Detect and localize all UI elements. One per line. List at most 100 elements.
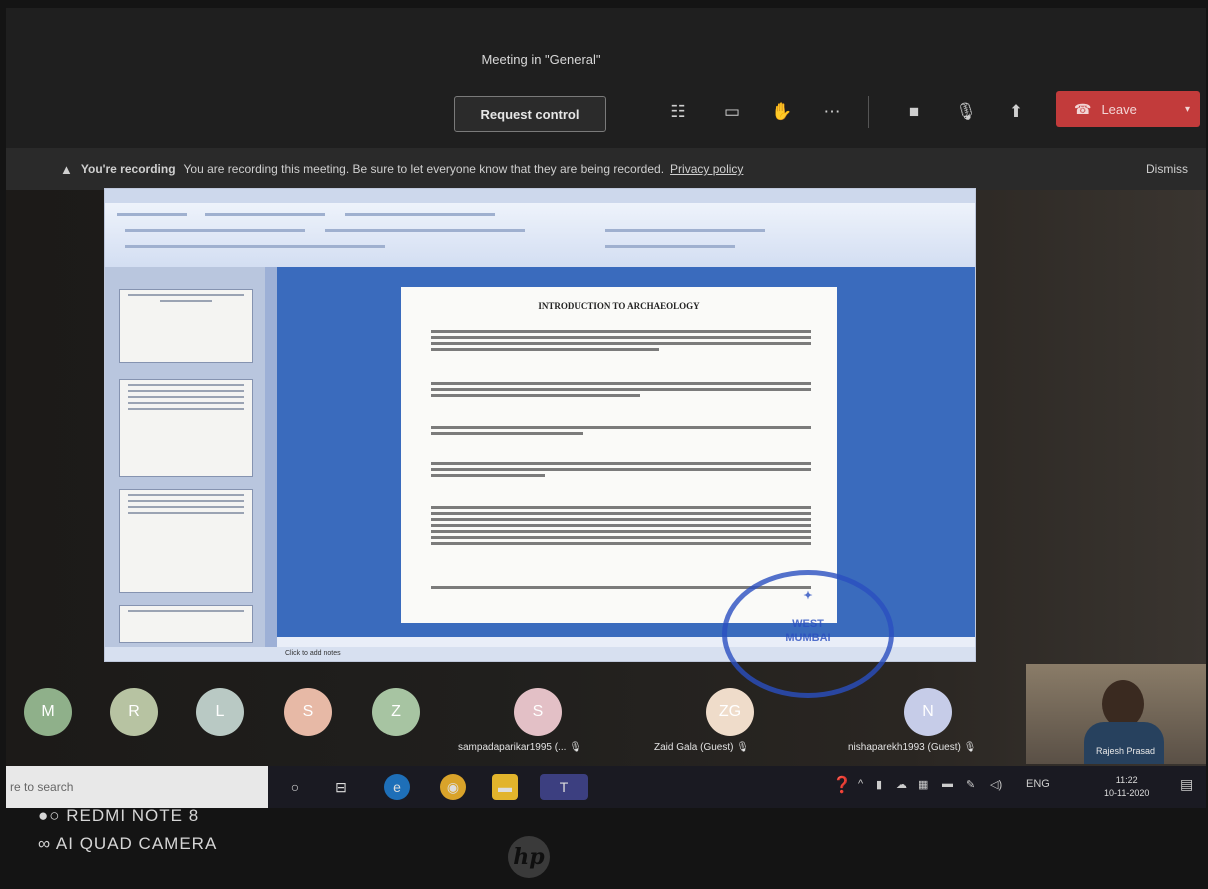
participant-avatar[interactable]: L <box>196 688 244 736</box>
avatar-initials: S <box>532 703 544 720</box>
taskbar-clock[interactable]: 11:22 10-11-2020 <box>1104 774 1149 800</box>
avatar-initials: ZG <box>718 703 742 720</box>
text-line <box>431 348 659 351</box>
thumb-line <box>128 610 244 612</box>
ribbon-line <box>605 245 735 248</box>
text-line <box>431 330 811 333</box>
avatar-initials: Z <box>391 703 401 720</box>
text-line <box>431 394 640 397</box>
participant-name-text: Zaid Gala (Guest) <box>654 742 734 753</box>
participant-avatar[interactable]: ZG <box>706 688 754 736</box>
clock-time: 11:22 <box>1115 775 1138 785</box>
toolbar-divider <box>868 96 869 128</box>
thumb-line <box>128 512 244 514</box>
participant-name-text: nishaparekh1993 (Guest) <box>848 742 961 753</box>
document-window-title <box>105 189 975 203</box>
thumb-line <box>128 390 244 392</box>
notifications-icon[interactable]: ▤ <box>1180 776 1193 793</box>
mic-off-icon[interactable]: 🎙 <box>954 100 978 124</box>
self-video-tile[interactable]: Rajesh Prasad <box>1026 664 1206 764</box>
paragraph <box>431 327 811 354</box>
slide-thumbnail[interactable] <box>119 379 253 477</box>
volume-icon[interactable]: ◁) <box>990 778 1002 791</box>
participant-avatar[interactable]: Z <box>372 688 420 736</box>
edge-icon[interactable]: e <box>384 774 410 800</box>
avatar-initials: S <box>302 703 314 720</box>
hp-logo-icon: hp <box>508 836 550 878</box>
thumbnail-scrollbar[interactable] <box>265 267 277 647</box>
thumb-line <box>128 506 244 508</box>
mic-off-icon: 🎙 <box>569 742 582 753</box>
participants-icon[interactable]: ☷ <box>666 100 690 124</box>
thumb-line <box>128 500 244 502</box>
college-stamp: ✦ WEST MUMBAI <box>722 570 894 698</box>
person-head <box>1102 680 1144 728</box>
file-explorer-icon[interactable]: ▬ <box>492 774 518 800</box>
ribbon-line <box>125 229 305 232</box>
privacy-policy-link[interactable]: Privacy policy <box>670 162 743 176</box>
ribbon-line <box>325 229 525 232</box>
ribbon-line <box>125 245 385 248</box>
cloud-icon[interactable]: ☁ <box>896 778 907 791</box>
help-icon[interactable]: ❓ <box>832 775 852 795</box>
participant-avatar[interactable]: S <box>514 688 562 736</box>
avatar-initials: R <box>128 703 140 720</box>
task-view-icon[interactable]: ⊟ <box>328 774 354 800</box>
raise-hand-icon[interactable]: ✋ <box>770 100 794 124</box>
person-body <box>1084 722 1164 764</box>
request-control-button[interactable]: Request control <box>454 96 606 132</box>
language-indicator[interactable]: ENG <box>1026 778 1050 790</box>
meeting-title: Meeting in "General" <box>481 52 601 67</box>
text-line <box>431 382 811 385</box>
text-line <box>431 432 583 435</box>
camera-watermark-line2: ∞ AI QUAD CAMERA <box>38 834 217 854</box>
camera-watermark: ●○ REDMI NOTE 8 <box>38 806 199 826</box>
text-line <box>431 542 811 545</box>
paragraph <box>431 459 811 480</box>
slide-thumbnail[interactable] <box>119 489 253 593</box>
slide-thumbnail[interactable] <box>119 605 253 643</box>
network-icon[interactable]: ▦ <box>918 778 928 791</box>
text-line <box>431 468 811 471</box>
participant-avatar[interactable]: N <box>904 688 952 736</box>
phone-icon: ☎ <box>1074 100 1092 117</box>
chevron-down-icon[interactable]: ▾ <box>1185 104 1190 115</box>
thumb-line <box>128 294 244 296</box>
camera-line1: REDMI NOTE 8 <box>66 806 200 825</box>
ribbon-toolbar <box>105 203 975 268</box>
chat-icon[interactable]: ▭ <box>720 100 744 124</box>
ribbon-line <box>605 229 765 232</box>
participant-avatar[interactable]: M <box>24 688 72 736</box>
battery-icon[interactable]: ▬ <box>942 778 953 790</box>
camera-off-icon[interactable]: ■ <box>902 100 926 124</box>
participant-avatar[interactable]: R <box>110 688 158 736</box>
teams-icon[interactable]: T <box>540 774 588 800</box>
share-screen-icon[interactable]: ⬆ <box>1004 100 1028 124</box>
recording-banner: ▲ You're recording You are recording thi… <box>6 148 1206 190</box>
text-line <box>431 530 811 533</box>
text-line <box>431 342 811 345</box>
participant-avatar[interactable]: S <box>284 688 332 736</box>
cortana-icon[interactable]: ○ <box>282 774 308 800</box>
edit-icon[interactable]: ✎ <box>966 778 975 791</box>
usb-icon[interactable]: ▮ <box>876 778 882 791</box>
thumb-line <box>160 300 212 302</box>
chevron-up-icon[interactable]: ^ <box>858 778 863 790</box>
text-line <box>431 512 811 515</box>
paragraph <box>431 503 811 548</box>
thumb-line <box>128 384 244 386</box>
taskbar-search-input[interactable]: re to search <box>6 766 268 808</box>
text-line <box>431 536 811 539</box>
chrome-icon[interactable]: ◉ <box>440 774 466 800</box>
camera-dots-icon: ●○ <box>38 806 61 825</box>
text-line <box>431 388 811 391</box>
thumb-line <box>128 494 244 496</box>
ribbon-line <box>205 213 325 216</box>
self-video-name: Rajesh Prasad <box>1096 746 1156 756</box>
text-line <box>431 518 811 521</box>
leave-button[interactable]: ☎ Leave ▾ <box>1056 91 1200 127</box>
more-options-icon[interactable]: ⋯ <box>820 100 844 124</box>
laptop-screen: Meeting in "General" Request control ☷ ▭… <box>6 8 1206 808</box>
dismiss-button[interactable]: Dismiss <box>1146 162 1188 176</box>
slide-thumbnail[interactable] <box>119 289 253 363</box>
